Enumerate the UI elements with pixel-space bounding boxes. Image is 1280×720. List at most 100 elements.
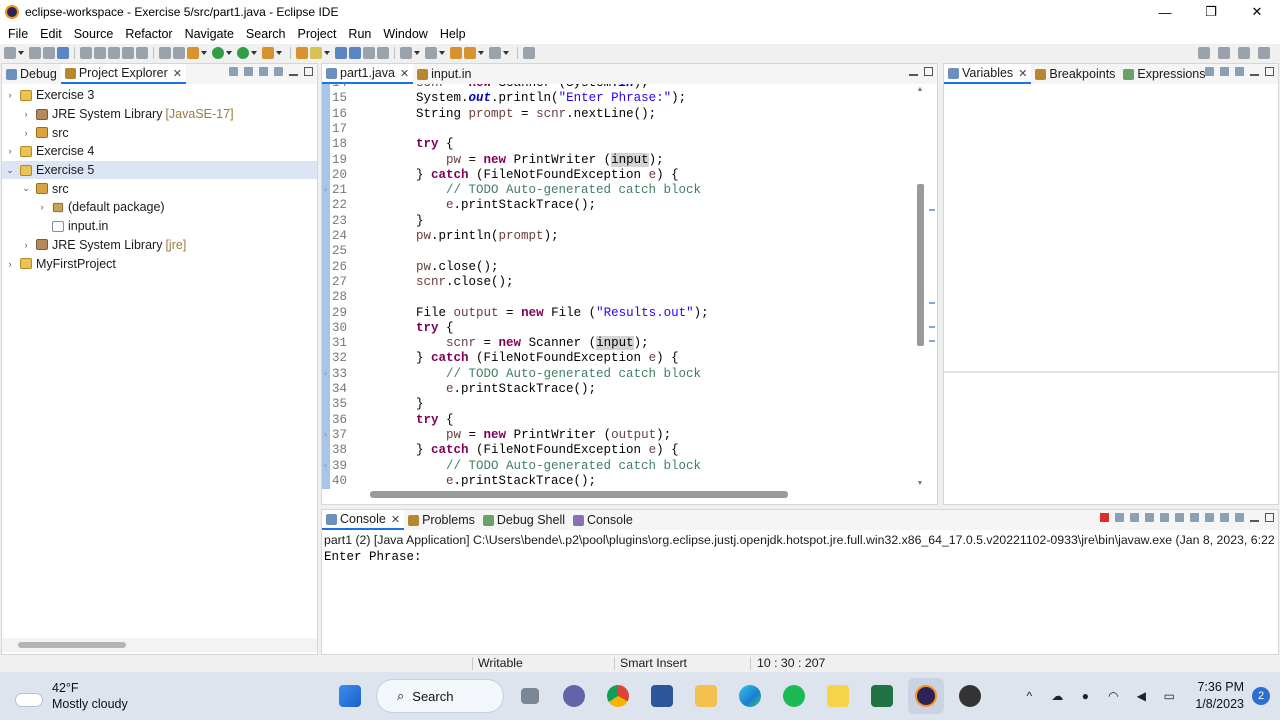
code-line[interactable]: 31 scnr = new Scanner (input); [322,336,922,351]
code-line[interactable]: 37 pw = new PrintWriter (output); [322,428,922,443]
dropdown-arrow-icon[interactable] [324,51,330,55]
tree-item[interactable]: ⌄ src [2,179,317,198]
chrome-button[interactable] [600,678,636,714]
display-console-icon[interactable] [1220,513,1229,522]
excel-button[interactable] [864,678,900,714]
code-line[interactable]: 34 e.printStackTrace(); [322,382,922,397]
toolbar-button-icon[interactable] [464,47,476,59]
toolbar-button-icon[interactable] [29,47,41,59]
collapse-chevron-icon[interactable]: › [36,202,48,212]
minimize-view-icon[interactable] [1250,67,1259,76]
java-perspective-icon[interactable] [1238,47,1250,59]
code-line[interactable]: 38 } catch (FileNotFoundException e) { [322,443,922,458]
code-line[interactable]: 22 e.printStackTrace(); [322,198,922,213]
horizontal-scrollbar[interactable] [332,488,922,500]
occurrence-marker[interactable] [929,340,935,342]
dropdown-arrow-icon[interactable] [503,51,509,55]
toolbar-button-icon[interactable] [80,47,92,59]
scroll-down-icon[interactable]: ▼ [915,480,925,487]
dropdown-arrow-icon[interactable] [276,51,282,55]
minimize-button[interactable]: — [1142,0,1188,24]
pin-console-icon[interactable] [1205,513,1214,522]
scrollbar-thumb[interactable] [18,642,126,648]
edge-button[interactable] [732,678,768,714]
wifi-icon[interactable]: ◠ [1105,688,1121,704]
taskbar-search[interactable]: ⌕ Search [376,679,504,713]
vertical-scrollbar[interactable]: ▲ ▼ [915,84,925,489]
toolbar-button-icon[interactable] [296,47,308,59]
word-button[interactable] [644,678,680,714]
link-editor-icon[interactable] [244,67,253,76]
code-line[interactable]: 29 File output = new File ("Results.out"… [322,306,922,321]
menu-help[interactable]: Help [434,27,472,41]
explorer-tab-project-explorer[interactable]: Project Explorer ✕ [60,64,186,84]
editor-tab-input-in[interactable]: input.in [413,64,475,84]
weather-widget[interactable]: 42°F Mostly cloudy [16,680,128,712]
toolbar-button-icon[interactable] [425,47,437,59]
sticky-notes-button[interactable] [820,678,856,714]
collapse-chevron-icon[interactable]: › [20,128,32,138]
occurrence-marker[interactable] [929,302,935,304]
tree-item[interactable]: › src [2,123,317,142]
spotify-button[interactable] [776,678,812,714]
task-view-button[interactable] [512,678,548,714]
collapse-chevron-icon[interactable]: › [4,146,16,156]
console-tab-debug-shell[interactable]: Debug Shell [479,510,569,530]
toolbar-button-icon[interactable] [43,47,55,59]
tree-item[interactable]: › JRE System Library [jre] [2,236,317,255]
toolbar-button-icon[interactable] [212,47,224,59]
toolbar-button-icon[interactable] [349,47,361,59]
expand-chevron-icon[interactable]: ⌄ [20,183,32,194]
view-menu-icon[interactable] [274,67,283,76]
maximize-view-icon[interactable] [1265,67,1274,76]
code-line[interactable]: 14 scnr = new Scanner (System.in); [322,84,922,91]
toolbar-button-icon[interactable] [187,47,199,59]
collapse-chevron-icon[interactable]: › [4,90,16,100]
filter-icon[interactable] [259,67,268,76]
occurrence-marker[interactable] [929,326,935,328]
close-button[interactable]: ✕ [1234,0,1280,24]
code-line[interactable]: 23 } [322,214,922,229]
quick-fix-marker-icon[interactable]: ◦ [323,431,329,440]
view-menu-icon[interactable] [1235,67,1244,76]
close-icon[interactable]: ✕ [391,513,400,526]
code-line[interactable]: 17 [322,122,922,137]
speaker-icon[interactable]: ◀ [1133,688,1149,704]
cursor-position[interactable]: 10 : 30 : 207 [757,656,825,670]
toolbar-button-icon[interactable] [108,47,120,59]
tree-item[interactable]: › Exercise 4 [2,142,317,161]
quick-fix-marker-icon[interactable]: ◦ [323,370,329,379]
scroll-up-icon[interactable]: ▲ [915,86,925,93]
insert-mode-status[interactable]: Smart Insert [620,656,687,670]
clock[interactable]: 7:36 PM 1/8/2023 [1195,679,1244,713]
tree-item[interactable]: input.in [2,217,317,236]
debug-tab-variables[interactable]: Variables ✕ [944,64,1032,84]
terminate-icon[interactable] [1100,513,1109,522]
code-line[interactable]: 26 pw.close(); [322,260,922,275]
maximize-button[interactable]: ❐ [1188,0,1234,24]
chevron-up-icon[interactable]: ^ [1021,688,1037,704]
code-line[interactable]: 39 // TODO Auto-generated catch block [322,459,922,474]
maximize-view-icon[interactable] [1265,513,1274,522]
menu-edit[interactable]: Edit [34,27,68,41]
tree-item[interactable]: › (default package) [2,198,317,217]
tree-item[interactable]: › JRE System Library [JavaSE-17] [2,105,317,124]
debug-perspective-icon[interactable] [1258,47,1270,59]
code-line[interactable]: 28 [322,290,922,305]
minimize-view-icon[interactable] [909,67,918,76]
maximize-view-icon[interactable] [304,67,313,76]
scrollbar-thumb[interactable] [917,184,924,346]
toolbar-button-icon[interactable] [400,47,412,59]
occurrence-marker[interactable] [929,209,935,211]
start-button[interactable] [332,678,368,714]
code-line[interactable]: 25 [322,244,922,259]
collapse-chevron-icon[interactable]: › [4,259,16,269]
console-tab-console[interactable]: Console [569,510,637,530]
collapse-chevron-icon[interactable]: › [20,109,32,119]
close-icon[interactable]: ✕ [173,67,182,80]
toolbar-button-icon[interactable] [57,47,69,59]
toolbar-button-icon[interactable] [4,47,16,59]
menu-project[interactable]: Project [292,27,343,41]
menu-window[interactable]: Window [377,27,433,41]
code-line[interactable]: 33 // TODO Auto-generated catch block [322,367,922,382]
